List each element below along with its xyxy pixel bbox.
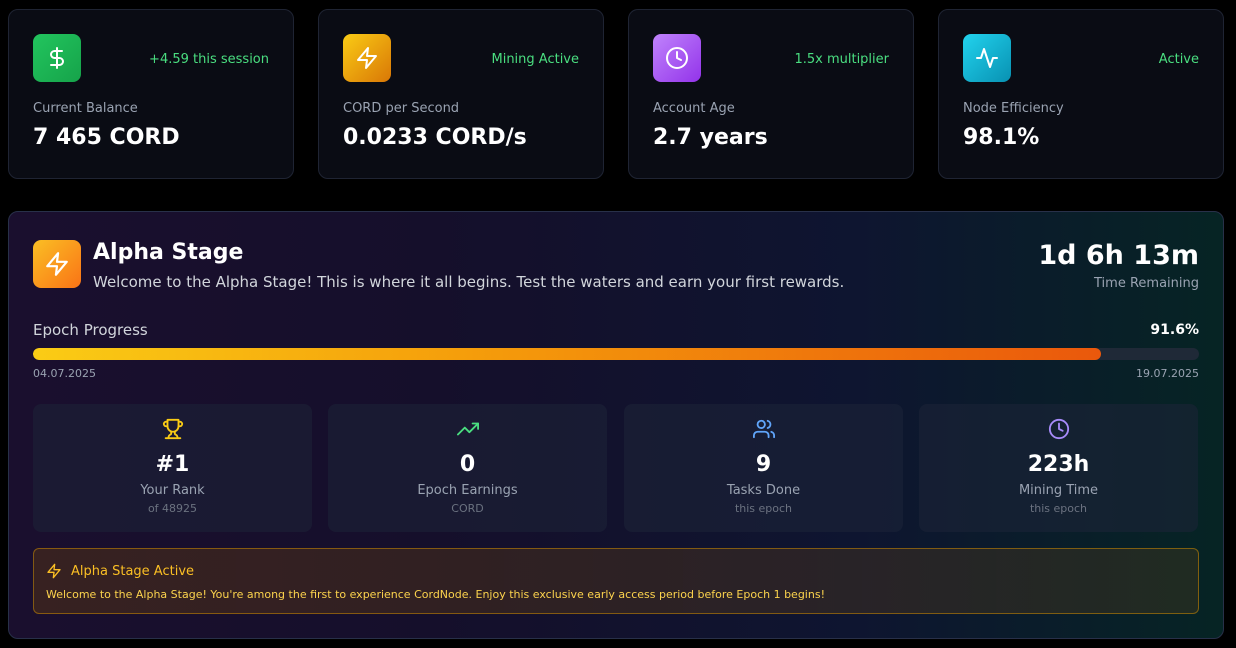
stat-label: Current Balance [33,101,138,116]
metric-label: Epoch Earnings [417,483,518,498]
stat-card-account-age: 1.5x multiplier Account Age 2.7 years [628,9,914,179]
stat-card-node-efficiency: Active Node Efficiency 98.1% [938,9,1224,179]
stat-card-balance: +4.59 this session Current Balance 7 465… [8,9,294,179]
metric-sub: this epoch [1029,502,1088,515]
progress-label: Epoch Progress [33,321,148,339]
notice-text: Welcome to the Alpha Stage! You're among… [46,588,825,601]
stat-label: CORD per Second [343,101,460,116]
lightning-icon [33,240,81,288]
stat-badge: Mining Active [491,52,579,67]
metric-label: Mining Time [1018,483,1099,498]
clock-icon [653,34,701,82]
epoch-title: Alpha Stage [93,240,244,265]
metric-sub: CORD [451,502,484,515]
lightning-icon [343,34,391,82]
time-remaining-value: 1d 6h 13m [1038,240,1199,271]
stat-label: Account Age [653,101,735,116]
stat-value: 7 465 CORD [33,125,180,150]
stat-value: 2.7 years [653,125,768,150]
stat-value: 0.0233 CORD/s [343,125,527,150]
progress-bar [33,348,1199,360]
epoch-panel: Alpha Stage Welcome to the Alpha Stage! … [8,211,1224,639]
progress-fill [33,348,1102,360]
dollar-icon [33,34,81,82]
activity-icon [963,34,1011,82]
metric-mining-time: 223h Mining Time this epoch [919,404,1198,532]
progress-percent: 91.6% [1150,322,1199,338]
metric-value: 0 [459,452,476,477]
stat-badge: +4.59 this session [149,52,269,67]
metric-sub: of 48925 [147,502,198,515]
trophy-icon [162,418,183,440]
metric-rank: #1 Your Rank of 48925 [33,404,312,532]
metric-value: 223h [1027,452,1090,477]
metric-value: 9 [755,452,772,477]
metric-label: Tasks Done [726,483,801,498]
metric-value: #1 [155,452,190,477]
start-date: 04.07.2025 [33,367,96,380]
stat-value: 98.1% [963,125,1040,150]
metric-tasks-done: 9 Tasks Done this epoch [624,404,903,532]
stat-badge: Active [1158,52,1199,67]
stat-label: Node Efficiency [963,101,1064,116]
stat-card-cord-per-second: Mining Active CORD per Second 0.0233 COR… [318,9,604,179]
time-remaining-label: Time Remaining [1094,276,1199,291]
metric-sub: this epoch [734,502,793,515]
metric-epoch-earnings: 0 Epoch Earnings CORD [328,404,607,532]
end-date: 19.07.2025 [1136,367,1199,380]
alpha-stage-notice: Alpha Stage Active Welcome to the Alpha … [33,548,1199,614]
users-icon [752,419,775,439]
stat-badge: 1.5x multiplier [794,52,889,67]
lightning-icon [47,563,61,579]
epoch-description: Welcome to the Alpha Stage! This is wher… [93,273,845,291]
notice-title: Alpha Stage Active [71,564,195,579]
trending-up-icon [456,422,479,436]
clock-icon [1048,418,1069,440]
metric-label: Your Rank [140,483,205,498]
